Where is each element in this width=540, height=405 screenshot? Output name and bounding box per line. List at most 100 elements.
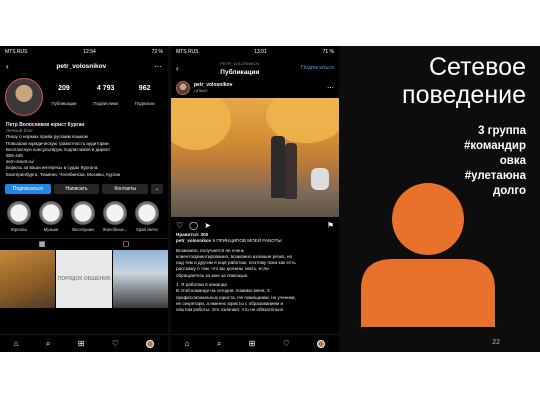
search-icon[interactable]: ⌕ — [217, 339, 221, 349]
post-caption: Нравится: 300 petr_volosnikov 5 ПРИНЦИПО… — [171, 232, 339, 314]
like-heart-icon[interactable]: ♡ — [176, 221, 183, 230]
profile-header: ‹ petr_volosnikov ⋯ — [0, 58, 168, 74]
avatar[interactable] — [5, 78, 43, 116]
slide-title: Сетевое поведение — [356, 53, 526, 109]
highlight-cover — [71, 200, 95, 225]
profile-summary: 209 Публикации 4 793 Подписчики 962 Подписк… — [0, 74, 168, 120]
carrier-label: MTS RUS — [176, 49, 199, 55]
photo-foliage — [171, 98, 231, 150]
highlight-item[interactable]: Край света — [133, 200, 161, 232]
post-author-info: petr_volosnikov ЦПКиО — [194, 82, 232, 94]
carrier-label: MTS RUS — [5, 49, 28, 55]
grid-post[interactable]: ПОРЯДОК ОБЩЕНИЯ — [56, 249, 112, 308]
highlight-cover — [135, 200, 159, 225]
stat-value: 962 — [138, 84, 151, 92]
tag-line: овка — [499, 155, 526, 167]
slide: MTS RUS 12:54 72 % ‹ petr_volosnikov ⋯ 2… — [0, 0, 540, 405]
grid-post[interactable] — [112, 249, 168, 308]
stat-label: Публикации — [51, 100, 77, 106]
tag-line: #командир — [464, 140, 526, 152]
post-actions: ♡ ◯ ➤ ⚑ — [171, 217, 339, 232]
post-header-title: PETR_VOLOSNIKOV Публикации — [220, 61, 259, 76]
new-post-icon[interactable]: ⊞ — [78, 339, 85, 348]
home-icon[interactable]: ⌂ — [185, 339, 190, 348]
avatar[interactable] — [176, 81, 190, 95]
new-post-icon[interactable]: ⊞ — [249, 339, 256, 348]
tag-line: 3 группа — [478, 125, 526, 137]
stat-followers[interactable]: 4 793 Подписчики — [93, 85, 118, 110]
story-highlights: Юрлопы Музыки Веселушки Жалобные... Край… — [0, 198, 168, 235]
share-icon[interactable]: ➤ — [204, 221, 211, 230]
photo-person — [285, 143, 297, 199]
page-number: 22 — [492, 339, 500, 346]
back-arrow-icon[interactable]: ‹ — [176, 64, 179, 73]
highlight-label: Жалобные... — [102, 226, 128, 232]
highlight-cover — [39, 200, 63, 225]
header-username: PETR_VOLOSNIKOV — [220, 60, 260, 66]
suggestions-button[interactable]: ⌄ — [151, 183, 164, 194]
stat-value: 4 793 — [96, 84, 115, 92]
profile-bio: Петр Волосников юрист Курган Личный блог… — [0, 120, 168, 180]
post-author: petr_volosnikov ЦПКиО ⋯ — [171, 78, 339, 98]
highlight-item[interactable]: Веселушки — [69, 200, 97, 232]
grid-post[interactable] — [0, 249, 56, 308]
bio-line: Екатеринбурга, Тюмени, Челябинска, Москв… — [6, 171, 121, 177]
more-options-icon[interactable]: ⋯ — [327, 84, 334, 92]
caption-line: опытом работы. Это означает, что не обяз… — [176, 307, 284, 313]
search-icon[interactable]: ⌕ — [46, 339, 50, 349]
follow-link[interactable]: Подписаться — [301, 65, 334, 71]
highlight-item[interactable]: Жалобные... — [101, 200, 129, 232]
highlight-label: Край света — [136, 226, 158, 232]
caption-username[interactable]: petr_volosnikov — [176, 238, 211, 243]
profile-tab-avatar[interactable] — [146, 339, 155, 348]
photo-stroller — [311, 168, 329, 190]
highlight-cover — [103, 200, 127, 225]
activity-heart-icon[interactable]: ♡ — [283, 339, 290, 348]
stat-value: 209 — [58, 84, 70, 92]
highlight-item[interactable]: Юрлопы — [5, 200, 33, 232]
bottom-nav: ⌂ ⌕ ⊞ ♡ — [171, 334, 339, 352]
stat-following[interactable]: 962 Подписки — [135, 85, 155, 110]
profile-stats: 209 Публикации 4 793 Подписчики 962 Подписк… — [43, 85, 163, 110]
grid-post-text: ПОРЯДОК ОБЩЕНИЯ — [57, 275, 111, 282]
message-button[interactable]: Написать — [53, 183, 100, 194]
stat-label: Подписчики — [93, 100, 118, 106]
status-bar: MTS RUS 13:01 71 % — [171, 46, 339, 58]
profile-actions: Подписаться Написать Контакты ⌄ — [0, 180, 168, 198]
comment-icon[interactable]: ◯ — [189, 221, 198, 230]
post-header: ‹ PETR_VOLOSNIKOV Публикации Подписаться — [171, 58, 339, 78]
slide-title-line: Сетевое — [428, 53, 526, 81]
home-icon[interactable]: ⌂ — [14, 339, 19, 348]
photo-person — [271, 136, 285, 198]
battery-label: 72 % — [151, 49, 163, 55]
back-arrow-icon[interactable]: ‹ — [6, 62, 9, 71]
post-photo[interactable] — [171, 98, 339, 217]
activity-heart-icon[interactable]: ♡ — [112, 339, 119, 348]
highlight-label: Веселушки — [72, 226, 94, 232]
highlight-cover — [7, 200, 31, 225]
slide-title-line: поведение — [402, 81, 526, 109]
header-title: Публикации — [220, 68, 260, 76]
stat-posts[interactable]: 209 Публикации — [51, 85, 76, 110]
status-bar: MTS RUS 12:54 72 % — [0, 46, 168, 58]
battery-label: 71 % — [322, 49, 334, 55]
more-options-icon[interactable]: ⋯ — [154, 62, 162, 71]
tagged-view-icon[interactable]: ▢ — [123, 240, 130, 248]
stat-label: Подписки — [134, 100, 155, 106]
clock-label: 13:01 — [254, 49, 267, 55]
user-icon — [361, 183, 495, 327]
contacts-button[interactable]: Контакты — [102, 183, 149, 194]
post-screenshot: MTS RUS 13:01 71 % ‹ PETR_VOLOSNIKOV Пуб… — [171, 46, 339, 352]
profile-username: petr_volosnikov — [56, 62, 107, 70]
user-icon-head — [392, 183, 464, 255]
highlight-item[interactable]: Музыки — [37, 200, 65, 232]
grid-view-icon[interactable]: ▦ — [39, 240, 46, 248]
bottom-nav: ⌂ ⌕ ⊞ ♡ — [0, 334, 168, 352]
caption-title: 5 ПРИНЦИПОВ МОЕЙ РАБОТЫ — [212, 238, 282, 244]
profile-tabs: ▦ ▢ — [0, 237, 168, 250]
follow-button[interactable]: Подписаться — [5, 183, 51, 194]
bookmark-icon[interactable]: ⚑ — [327, 221, 334, 230]
highlight-label: Юрлопы — [10, 226, 28, 232]
post-location[interactable]: ЦПКиО — [194, 88, 232, 94]
profile-tab-avatar[interactable] — [317, 339, 326, 348]
